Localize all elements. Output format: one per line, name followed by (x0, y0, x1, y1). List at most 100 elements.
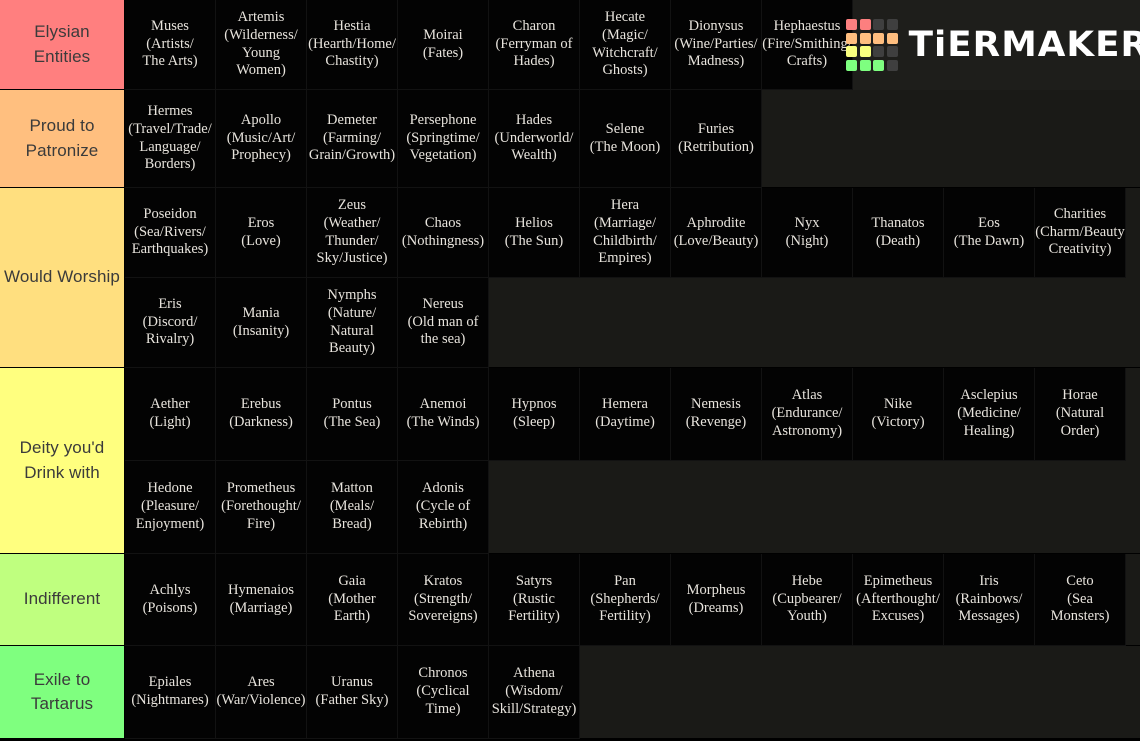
tier-item-label: Thanatos (Death) (871, 214, 925, 249)
tier-item[interactable]: Nyx (Night) (762, 188, 853, 278)
tier-item-label: Achlys (Poisons) (142, 581, 198, 616)
tier-item-label: Aether (Light) (149, 396, 191, 430)
tier-item[interactable]: Horae (Natural Order) (1035, 368, 1126, 461)
tier-items-container[interactable]: Poseidon (Sea/Rivers/ Earthquakes) Eros (… (125, 188, 1140, 368)
tier-item-label: Matton (Meals/ Bread) (329, 480, 375, 532)
tier-item[interactable]: Nymphs (Nature/ Natural Beauty) (307, 278, 398, 368)
tier-item[interactable]: Nike (Victory) (853, 368, 944, 461)
tier-item[interactable]: Furies (Retribution) (671, 90, 762, 188)
tier-item[interactable]: Nemesis (Revenge) (671, 368, 762, 461)
tier-item[interactable]: Nereus (Old man of the sea) (398, 278, 489, 368)
tier-item-label: Helios (The Sun) (504, 214, 564, 249)
tier-item[interactable]: Hestia (Hearth/Home/ Chastity) (307, 0, 398, 90)
tier-item-label: Poseidon (Sea/Rivers/ Earthquakes) (131, 205, 209, 258)
tier-item-label: Hedone (Pleasure/ Enjoyment) (135, 480, 205, 532)
tier-item-label: Pan (Shepherds/ Fertility) (590, 572, 660, 625)
tier-item-label: Eros (Love) (241, 214, 281, 249)
logo-grid-cell-green (859, 59, 871, 71)
tier-item[interactable]: Moirai (Fates) (398, 0, 489, 90)
tier-items-container[interactable]: Epiales (Nightmares) Ares (War/Violence) U… (125, 646, 1140, 739)
tier-label-indifferent[interactable]: Indifferent (0, 554, 125, 646)
tier-item-label: Persephone (Springtime/ Vegetation) (406, 111, 480, 164)
tier-item[interactable]: Asclepius (Medicine/ Healing) (944, 368, 1035, 461)
tier-label-would-worship[interactable]: Would Worship (0, 188, 125, 368)
tier-item[interactable]: Hymenaios (Marriage) (216, 554, 307, 646)
tier-item[interactable]: Charon (Ferryman of Hades) (489, 0, 580, 90)
tier-item[interactable]: Hemera (Daytime) (580, 368, 671, 461)
tier-item[interactable]: Erebus (Darkness) (216, 368, 307, 461)
tier-item[interactable]: Hedone (Pleasure/ Enjoyment) (125, 461, 216, 554)
tier-row: Proud to Patronize Hermes (Travel/Trade/ … (0, 90, 1140, 188)
tier-item[interactable]: Hera (Marriage/ Childbirth/ Empires) (580, 188, 671, 278)
tier-item[interactable]: Pan (Shepherds/ Fertility) (580, 554, 671, 646)
tier-item[interactable]: Epimetheus (Afterthought/ Excuses) (853, 554, 944, 646)
tier-item-label: Gaia (Mother Earth) (328, 572, 376, 625)
tier-item-label: Pontus (The Sea) (323, 396, 381, 430)
tier-item[interactable]: Satyrs (Rustic Fertility) (489, 554, 580, 646)
tier-item[interactable]: Chronos (Cyclical Time) (398, 646, 489, 739)
tier-item[interactable]: Mania (Insanity) (216, 278, 307, 368)
tier-item[interactable]: Hypnos (Sleep) (489, 368, 580, 461)
tier-item[interactable]: Kratos (Strength/ Sovereigns) (398, 554, 489, 646)
tier-item[interactable]: Charities (Charm/Beauty Creativity) (1035, 188, 1126, 278)
tiermaker-logo[interactable]: TiERMAKER (846, 0, 1140, 90)
tier-item[interactable]: Hephaestus (Fire/Smithing/ Crafts) (762, 0, 853, 90)
tier-item-label: Hera (Marriage/ Childbirth/ Empires) (593, 197, 657, 267)
tier-item[interactable]: Eos (The Dawn) (944, 188, 1035, 278)
tier-item[interactable]: Pontus (The Sea) (307, 368, 398, 461)
tier-item[interactable]: Dionysus (Wine/Parties/ Madness) (671, 0, 762, 90)
tier-item[interactable]: Helios (The Sun) (489, 188, 580, 278)
tier-item[interactable]: Selene (The Moon) (580, 90, 671, 188)
tier-item[interactable]: Hecate (Magic/ Witchcraft/ Ghosts) (580, 0, 671, 90)
tier-item[interactable]: Eros (Love) (216, 188, 307, 278)
tier-item-label: Moirai (Fates) (422, 26, 464, 61)
tier-item[interactable]: Uranus (Father Sky) (307, 646, 398, 739)
tier-label-proud-to-patronize[interactable]: Proud to Patronize (0, 90, 125, 188)
tier-item-label: Hymenaios (Marriage) (227, 581, 295, 616)
tier-item[interactable]: Hermes (Travel/Trade/ Language/ Borders) (125, 90, 216, 188)
tier-item[interactable]: Morpheus (Dreams) (671, 554, 762, 646)
tier-item[interactable]: Achlys (Poisons) (125, 554, 216, 646)
tier-item-label: Hemera (Daytime) (595, 396, 655, 430)
tier-item-label: Epiales (Nightmares) (131, 674, 209, 708)
tier-item[interactable]: Ceto (Sea Monsters) (1035, 554, 1126, 646)
tier-label-exile-to-tartarus[interactable]: Exile to Tartarus (0, 646, 125, 739)
tier-item[interactable]: Artemis (Wilderness/ Young Women) (216, 0, 307, 90)
tier-item[interactable]: Persephone (Springtime/ Vegetation) (398, 90, 489, 188)
tier-item[interactable]: Poseidon (Sea/Rivers/ Earthquakes) (125, 188, 216, 278)
tier-item[interactable]: Zeus (Weather/ Thunder/ Sky/Justice) (307, 188, 398, 278)
tier-item[interactable]: Ares (War/Violence) (216, 646, 307, 739)
tier-item[interactable]: Adonis (Cycle of Rebirth) (398, 461, 489, 554)
tiermaker-logo-text: TiERMAKER (908, 25, 1140, 65)
tier-item-label: Chronos (Cyclical Time) (416, 665, 470, 717)
tier-item[interactable]: Atlas (Endurance/ Astronomy) (762, 368, 853, 461)
tier-item[interactable]: Hades (Underworld/ Wealth) (489, 90, 580, 188)
tier-item[interactable]: Epiales (Nightmares) (125, 646, 216, 739)
tier-item[interactable]: Demeter (Farming/ Grain/Growth) (307, 90, 398, 188)
tier-item[interactable]: Apollo (Music/Art/ Prophecy) (216, 90, 307, 188)
tier-item-label: Adonis (Cycle of Rebirth) (415, 480, 471, 532)
tier-item[interactable]: Chaos (Nothingness) (398, 188, 489, 278)
tier-items-container[interactable]: Aether (Light) Erebus (Darkness) Pontus (T… (125, 368, 1140, 554)
tier-item[interactable]: Aphrodite (Love/Beauty) (671, 188, 762, 278)
tier-items-container[interactable]: Achlys (Poisons) Hymenaios (Marriage) Gaia… (125, 554, 1140, 646)
tier-item[interactable]: Prometheus (Forethought/ Fire) (216, 461, 307, 554)
tier-item-label: Eris (Discord/ Rivalry) (142, 295, 198, 348)
tier-item[interactable]: Athena (Wisdom/ Skill/Strategy) (489, 646, 580, 739)
tier-item[interactable]: Eris (Discord/ Rivalry) (125, 278, 216, 368)
logo-grid-cell-gray (873, 19, 885, 31)
tier-item[interactable]: Anemoi (The Winds) (398, 368, 489, 461)
tier-items-container[interactable]: Hermes (Travel/Trade/ Language/ Borders)… (125, 90, 1140, 188)
tier-item-label: Hestia (Hearth/Home/ Chastity) (308, 17, 396, 70)
tier-item[interactable]: Thanatos (Death) (853, 188, 944, 278)
tier-label-deity-you-d-drink-with[interactable]: Deity you'd Drink with (0, 368, 125, 554)
tier-label-elysian-entities[interactable]: Elysian Entities (0, 0, 125, 90)
tier-item-label: Nyx (Night) (785, 214, 829, 249)
tier-item[interactable]: Matton (Meals/ Bread) (307, 461, 398, 554)
tier-item[interactable]: Hebe (Cupbearer/ Youth) (762, 554, 853, 646)
tier-item-label: Selene (The Moon) (589, 120, 661, 155)
tier-item[interactable]: Gaia (Mother Earth) (307, 554, 398, 646)
tier-item[interactable]: Iris (Rainbows/ Messages) (944, 554, 1035, 646)
tier-item[interactable]: Muses (Artists/ The Arts) (125, 0, 216, 90)
tier-item[interactable]: Aether (Light) (125, 368, 216, 461)
